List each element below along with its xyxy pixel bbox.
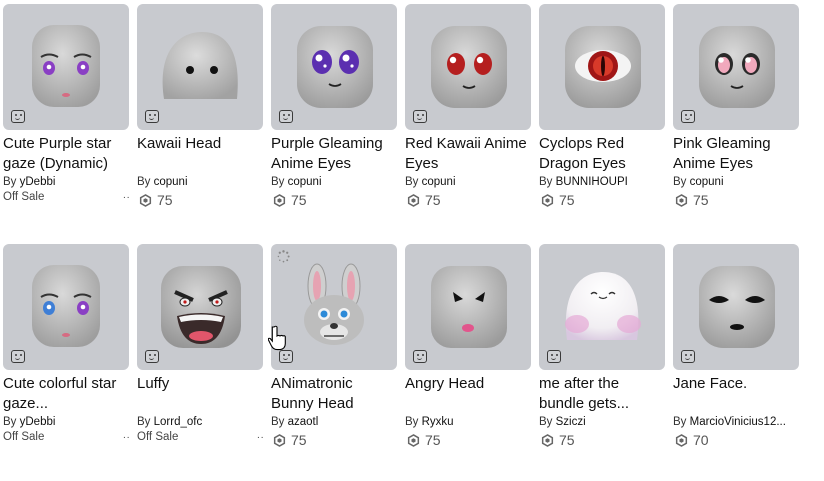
item-name[interactable]: Cute Purple star gaze (Dynamic) — [3, 134, 129, 174]
catalog-item[interactable]: Red Kawaii Anime Eyes By copuni 75 — [405, 4, 531, 209]
creator-link[interactable]: Sziczi — [556, 416, 586, 428]
dynamic-head-icon — [145, 110, 159, 123]
item-thumbnail[interactable] — [539, 244, 665, 370]
dynamic-head-icon — [11, 110, 25, 123]
creator-link[interactable]: azaotl — [288, 416, 319, 428]
item-thumbnail[interactable] — [271, 4, 397, 130]
dynamic-head-icon — [279, 110, 293, 123]
item-name[interactable]: ANimatronic Bunny Head — [271, 374, 397, 414]
item-price: 75 — [271, 431, 397, 449]
item-creator: By MarcioVinicius12... — [673, 416, 786, 428]
item-name[interactable]: Purple Gleaming Anime Eyes — [271, 134, 397, 174]
creator-link[interactable]: BUNNIHOUPI — [556, 176, 628, 188]
item-thumbnail[interactable] — [539, 4, 665, 130]
catalog-item[interactable]: Kawaii Head By copuni 75 — [137, 4, 263, 209]
catalog-item[interactable]: Luffy By Lorrd_ofc Off Sale.. — [137, 244, 265, 445]
dynamic-head-icon — [11, 350, 25, 363]
item-name[interactable]: Jane Face. — [673, 374, 799, 414]
item-thumbnail[interactable] — [405, 4, 531, 130]
item-creator: By Sziczi — [539, 416, 586, 428]
catalog-item[interactable]: ANimatronic Bunny Head By azaotl 75 — [271, 244, 397, 449]
item-creator: By copuni — [405, 176, 456, 188]
creator-link[interactable]: copuni — [422, 176, 456, 188]
item-price: 75 — [271, 191, 397, 209]
creator-link[interactable]: MarcioVinicius12... — [690, 416, 786, 428]
robux-icon — [541, 433, 554, 447]
item-creator: By Ryxku — [405, 416, 454, 428]
creator-link[interactable]: copuni — [154, 176, 188, 188]
item-creator: By copuni — [271, 176, 322, 188]
catalog-item[interactable]: Purple Gleaming Anime Eyes By copuni 75 — [271, 4, 397, 209]
more-indicator: .. — [123, 430, 131, 441]
robux-icon — [273, 433, 286, 447]
hand-cursor-icon — [268, 325, 286, 351]
item-name[interactable]: Angry Head — [405, 374, 531, 414]
more-indicator: .. — [257, 430, 265, 441]
dynamic-head-icon — [681, 110, 695, 123]
item-price: 75 — [137, 191, 263, 209]
item-name[interactable]: me after the bundle gets... — [539, 374, 665, 414]
creator-link[interactable]: yDebbi — [20, 416, 56, 428]
robux-icon — [407, 193, 420, 207]
item-price: 75 — [405, 191, 531, 209]
item-creator: By yDebbi — [3, 176, 56, 188]
creator-link[interactable]: Lorrd_ofc — [154, 416, 203, 428]
item-name[interactable]: Pink Gleaming Anime Eyes — [673, 134, 799, 174]
head-cyclops-image — [565, 26, 641, 108]
item-thumbnail[interactable] — [3, 4, 129, 130]
item-creator: By azaotl — [271, 416, 319, 428]
off-sale-label: Off Sale.. — [137, 430, 265, 443]
catalog-item[interactable]: me after the bundle gets... By Sziczi 75 — [539, 244, 665, 449]
loading-spinner-icon — [277, 250, 290, 263]
robux-icon — [273, 193, 286, 207]
catalog-item[interactable]: Angry Head By Ryxku 75 — [405, 244, 531, 449]
item-price: 75 — [673, 191, 799, 209]
off-sale-label: Off Sale.. — [3, 190, 131, 203]
item-price: 75 — [539, 191, 665, 209]
dynamic-head-icon — [145, 350, 159, 363]
dynamic-head-icon — [681, 350, 695, 363]
robux-icon — [407, 433, 420, 447]
robux-icon — [541, 193, 554, 207]
item-name[interactable]: Luffy — [137, 374, 263, 414]
item-name[interactable]: Kawaii Head — [137, 134, 263, 174]
dynamic-head-icon — [413, 110, 427, 123]
item-creator: By BUNNIHOUPI — [539, 176, 628, 188]
item-creator: By copuni — [673, 176, 724, 188]
dynamic-head-icon — [547, 350, 561, 363]
dynamic-head-icon — [413, 350, 427, 363]
item-creator: By yDebbi — [3, 416, 56, 428]
creator-link[interactable]: copuni — [288, 176, 322, 188]
robux-icon — [675, 433, 688, 447]
item-price: 75 — [405, 431, 531, 449]
catalog-item[interactable]: Jane Face. By MarcioVinicius12... 70 — [673, 244, 799, 449]
off-sale-label: Off Sale.. — [3, 430, 131, 443]
creator-link[interactable]: Ryxku — [422, 416, 454, 428]
catalog-item[interactable]: Cute Purple star gaze (Dynamic) By yDebb… — [3, 4, 131, 205]
item-name[interactable]: Red Kawaii Anime Eyes — [405, 134, 531, 174]
item-thumbnail[interactable] — [137, 4, 263, 130]
item-thumbnail[interactable] — [137, 244, 263, 370]
item-thumbnail[interactable] — [673, 244, 799, 370]
robux-icon — [675, 193, 688, 207]
item-price: 75 — [539, 431, 665, 449]
more-indicator: .. — [123, 190, 131, 201]
item-name[interactable]: Cyclops Red Dragon Eyes — [539, 134, 665, 174]
item-creator: By copuni — [137, 176, 188, 188]
catalog-item[interactable]: Cyclops Red Dragon Eyes By BUNNIHOUPI 75 — [539, 4, 665, 209]
item-price: 70 — [673, 431, 799, 449]
catalog-item[interactable]: Cute colorful star gaze... By yDebbi Off… — [3, 244, 131, 445]
item-thumbnail[interactable] — [673, 4, 799, 130]
item-thumbnail[interactable] — [405, 244, 531, 370]
item-creator: By Lorrd_ofc — [137, 416, 203, 428]
item-thumbnail[interactable] — [3, 244, 129, 370]
item-thumbnail[interactable] — [271, 244, 397, 370]
robux-icon — [139, 193, 152, 207]
catalog-item[interactable]: Pink Gleaming Anime Eyes By copuni 75 — [673, 4, 799, 209]
dynamic-head-icon — [279, 350, 293, 363]
creator-link[interactable]: yDebbi — [20, 176, 56, 188]
item-name[interactable]: Cute colorful star gaze... — [3, 374, 129, 414]
creator-link[interactable]: copuni — [690, 176, 724, 188]
